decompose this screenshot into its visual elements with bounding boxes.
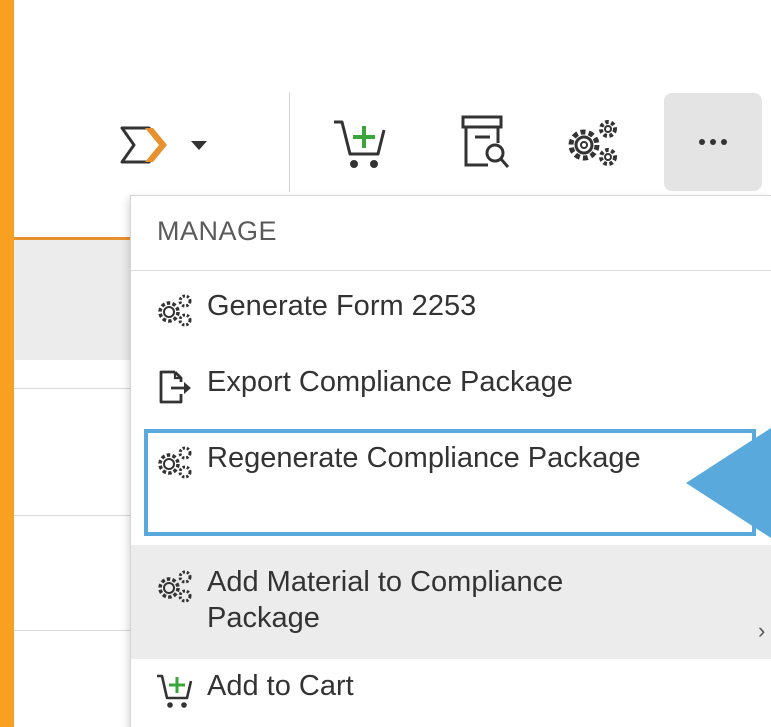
menu-item-label: Add to Cart [207, 670, 354, 702]
menu-item-label: Generate Form 2253 [207, 290, 477, 322]
gears-icon [568, 120, 617, 166]
archive-search-button[interactable] [460, 112, 512, 174]
toolbar-separator [289, 92, 290, 192]
chevron-down-icon [191, 140, 207, 150]
export-icon [159, 370, 191, 404]
app-window: MANAGE Generate Form 2253 Export Complia… [14, 0, 771, 727]
highlight-annotation-box [144, 429, 756, 536]
more-actions-button[interactable] [664, 93, 762, 191]
add-cart-icon [157, 674, 193, 708]
menu-item-export-compliance-package[interactable]: Export Compliance Package [131, 364, 771, 416]
add-to-cart-button[interactable] [332, 112, 388, 176]
menu-item-label: Export Compliance Package [207, 366, 573, 398]
menu-divider [131, 270, 771, 271]
menu-item-add-material-to-compliance-package[interactable]: Add Material to Compliance Package [131, 545, 771, 659]
chevron-right-icon: › [758, 618, 766, 643]
actions-dropdown-button[interactable] [119, 120, 207, 170]
archive-search-icon [461, 115, 510, 168]
settings-button[interactable] [562, 112, 624, 174]
callout-arrow-icon [686, 428, 771, 538]
menu-item-generate-form-2253[interactable]: Generate Form 2253 [131, 288, 771, 340]
gears-icon [158, 570, 192, 603]
ellipsis-icon [699, 139, 727, 145]
menu-item-add-to-cart[interactable]: Add to Cart [131, 666, 771, 726]
add-cart-icon [334, 120, 386, 168]
chevron-arrow-icon [120, 126, 167, 164]
menu-item-label: Add Material to Compliance Package [207, 566, 564, 634]
menu-section-header: MANAGE [157, 216, 278, 246]
gears-icon [158, 294, 192, 327]
